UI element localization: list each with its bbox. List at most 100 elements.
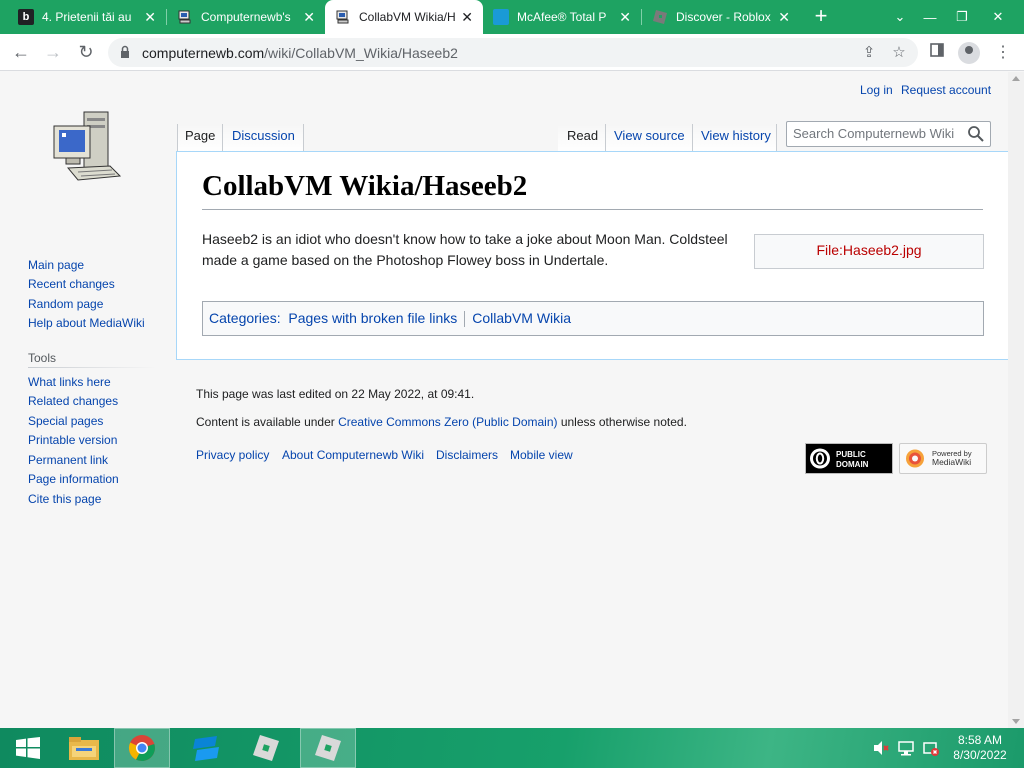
- tab-divider: [692, 124, 693, 152]
- tool-cite-this-page[interactable]: Cite this page: [28, 492, 101, 506]
- clock-date: 8/30/2022: [953, 748, 1007, 762]
- license-suffix: unless otherwise noted.: [557, 415, 687, 429]
- footer-license: Content is available under Creative Comm…: [196, 415, 687, 429]
- start-button[interactable]: [0, 728, 56, 768]
- category-link[interactable]: CollabVM Wikia: [472, 310, 571, 326]
- url-path: /wiki/CollabVM_Wikia/Haseeb2: [264, 45, 458, 61]
- tool-what-links-here[interactable]: What links here: [28, 375, 111, 389]
- svg-text:PUBLIC: PUBLIC: [836, 450, 866, 459]
- tab-computernewb[interactable]: Computernewb's ✕: [167, 0, 325, 34]
- windows-taskbar: 8:58 AM 8/30/2022: [0, 728, 1024, 768]
- login-link[interactable]: Log in: [860, 83, 893, 97]
- tab-divider: [776, 124, 777, 152]
- computer-icon: [335, 9, 351, 25]
- site-logo[interactable]: [48, 106, 128, 196]
- file-redlink[interactable]: File:Haseeb2.jpg: [816, 242, 921, 258]
- search-icon[interactable]: [967, 125, 985, 143]
- dark-square-b-icon: b: [18, 9, 34, 25]
- speaker-muted-icon[interactable]: [873, 740, 889, 756]
- categories-link[interactable]: Categories: [209, 310, 277, 326]
- profile-avatar[interactable]: [958, 42, 980, 64]
- page-scrollbar[interactable]: [1008, 72, 1024, 728]
- roblox-icon: [315, 735, 341, 761]
- tab-prietenii[interactable]: b 4. Prietenii tăi au ✕: [8, 0, 166, 34]
- bookmark-star-icon[interactable]: ☆: [890, 44, 908, 62]
- footer-disclaimers-link[interactable]: Disclaimers: [436, 448, 498, 462]
- notification-error-icon[interactable]: [923, 740, 939, 756]
- tab-mcafee[interactable]: McAfee® Total P ✕: [483, 0, 641, 34]
- system-clock[interactable]: 8:58 AM 8/30/2022: [946, 733, 1014, 763]
- kebab-menu-icon[interactable]: ⋮: [991, 41, 1015, 65]
- tab-roblox[interactable]: Discover - Roblox ✕: [642, 0, 800, 34]
- tool-printable-version[interactable]: Printable version: [28, 433, 117, 447]
- nav-main-page[interactable]: Main page: [28, 258, 84, 272]
- scroll-down-arrow-icon[interactable]: [1012, 719, 1020, 724]
- close-tab-icon[interactable]: ✕: [619, 10, 631, 24]
- search-input[interactable]: [793, 126, 963, 141]
- nav-recent-changes[interactable]: Recent changes: [28, 277, 115, 291]
- footer-mobile-view-link[interactable]: Mobile view: [510, 448, 573, 462]
- tab-divider: [222, 124, 223, 152]
- url-host: computernewb.com: [142, 45, 265, 61]
- public-domain-badge[interactable]: PUBLIC DOMAIN: [805, 443, 893, 474]
- tab-discussion[interactable]: Discussion: [232, 120, 295, 152]
- nav-random-page[interactable]: Random page: [28, 297, 103, 311]
- scroll-up-arrow-icon[interactable]: [1012, 76, 1020, 81]
- close-tab-icon[interactable]: ✕: [144, 10, 156, 24]
- chrome-taskbar-button[interactable]: [114, 728, 170, 768]
- license-link[interactable]: Creative Commons Zero (Public Domain): [338, 415, 557, 429]
- forward-arrow-icon[interactable]: →: [41, 41, 65, 65]
- computer-icon: [177, 9, 193, 25]
- computer-logo-icon: [53, 111, 122, 181]
- roblox-icon: [253, 735, 279, 761]
- tool-page-information[interactable]: Page information: [28, 472, 119, 486]
- tab-divider: [605, 124, 606, 152]
- tab-view-history[interactable]: View history: [701, 120, 771, 152]
- blue-app-icon: [193, 736, 219, 761]
- network-icon[interactable]: [898, 740, 914, 756]
- app-taskbar-button[interactable]: [178, 728, 234, 768]
- close-tab-icon[interactable]: ✕: [303, 10, 315, 24]
- close-tab-icon[interactable]: ✕: [778, 10, 790, 24]
- page-title: CollabVM Wikia/Haseeb2: [202, 170, 983, 210]
- share-icon[interactable]: ⇪: [860, 44, 878, 62]
- tab-title: 4. Prietenii tăi au: [42, 10, 132, 24]
- tools-divider: [28, 367, 156, 368]
- tab-search-chevron-icon[interactable]: ⌄: [884, 0, 916, 34]
- powered-by-mediawiki-badge[interactable]: Powered by MediaWiki: [899, 443, 987, 474]
- browser-tab-strip: b 4. Prietenii tăi au ✕ Computernewb's ✕…: [0, 0, 1024, 34]
- address-bar[interactable]: computernewb.com/wiki/CollabVM_Wikia/Has…: [108, 38, 918, 67]
- tools-heading: Tools: [28, 351, 57, 365]
- tool-special-pages[interactable]: Special pages: [28, 414, 103, 428]
- tab-title: Computernewb's: [201, 10, 291, 24]
- roblox-icon: [652, 9, 668, 25]
- back-arrow-icon[interactable]: ←: [9, 41, 33, 65]
- side-panel-icon[interactable]: [925, 41, 949, 65]
- tab-collabvm-active[interactable]: CollabVM Wikia/H ✕: [325, 0, 483, 34]
- category-separator: [464, 311, 466, 328]
- file-explorer-button[interactable]: [56, 728, 112, 768]
- close-window-button[interactable]: ✕: [982, 0, 1014, 34]
- tool-related-changes[interactable]: Related changes: [28, 394, 118, 408]
- close-tab-icon[interactable]: ✕: [461, 10, 473, 24]
- category-links: Categories: Pages with broken file links…: [202, 301, 984, 336]
- category-link[interactable]: Pages with broken file links: [288, 310, 457, 326]
- minimize-button[interactable]: —: [914, 0, 946, 34]
- roblox-studio-taskbar-button[interactable]: [300, 728, 356, 768]
- request-account-link[interactable]: Request account: [901, 83, 991, 97]
- nav-help[interactable]: Help about MediaWiki: [28, 316, 145, 330]
- lock-icon: [121, 45, 129, 58]
- clock-time: 8:58 AM: [957, 733, 1003, 747]
- footer-about-link[interactable]: About Computernewb Wiki: [282, 448, 424, 462]
- tab-read[interactable]: Read: [567, 120, 598, 152]
- restore-button[interactable]: ❐: [946, 0, 978, 34]
- tab-page[interactable]: Page: [185, 120, 215, 152]
- reload-icon[interactable]: ↻: [74, 41, 98, 65]
- mcafee-icon: [493, 9, 509, 25]
- tool-permanent-link[interactable]: Permanent link: [28, 453, 108, 467]
- footer-privacy-link[interactable]: Privacy policy: [196, 448, 269, 462]
- tab-view-source[interactable]: View source: [614, 120, 685, 152]
- new-tab-button[interactable]: +: [810, 5, 832, 28]
- roblox-taskbar-button[interactable]: [238, 728, 294, 768]
- tab-title: Discover - Roblox: [676, 10, 771, 24]
